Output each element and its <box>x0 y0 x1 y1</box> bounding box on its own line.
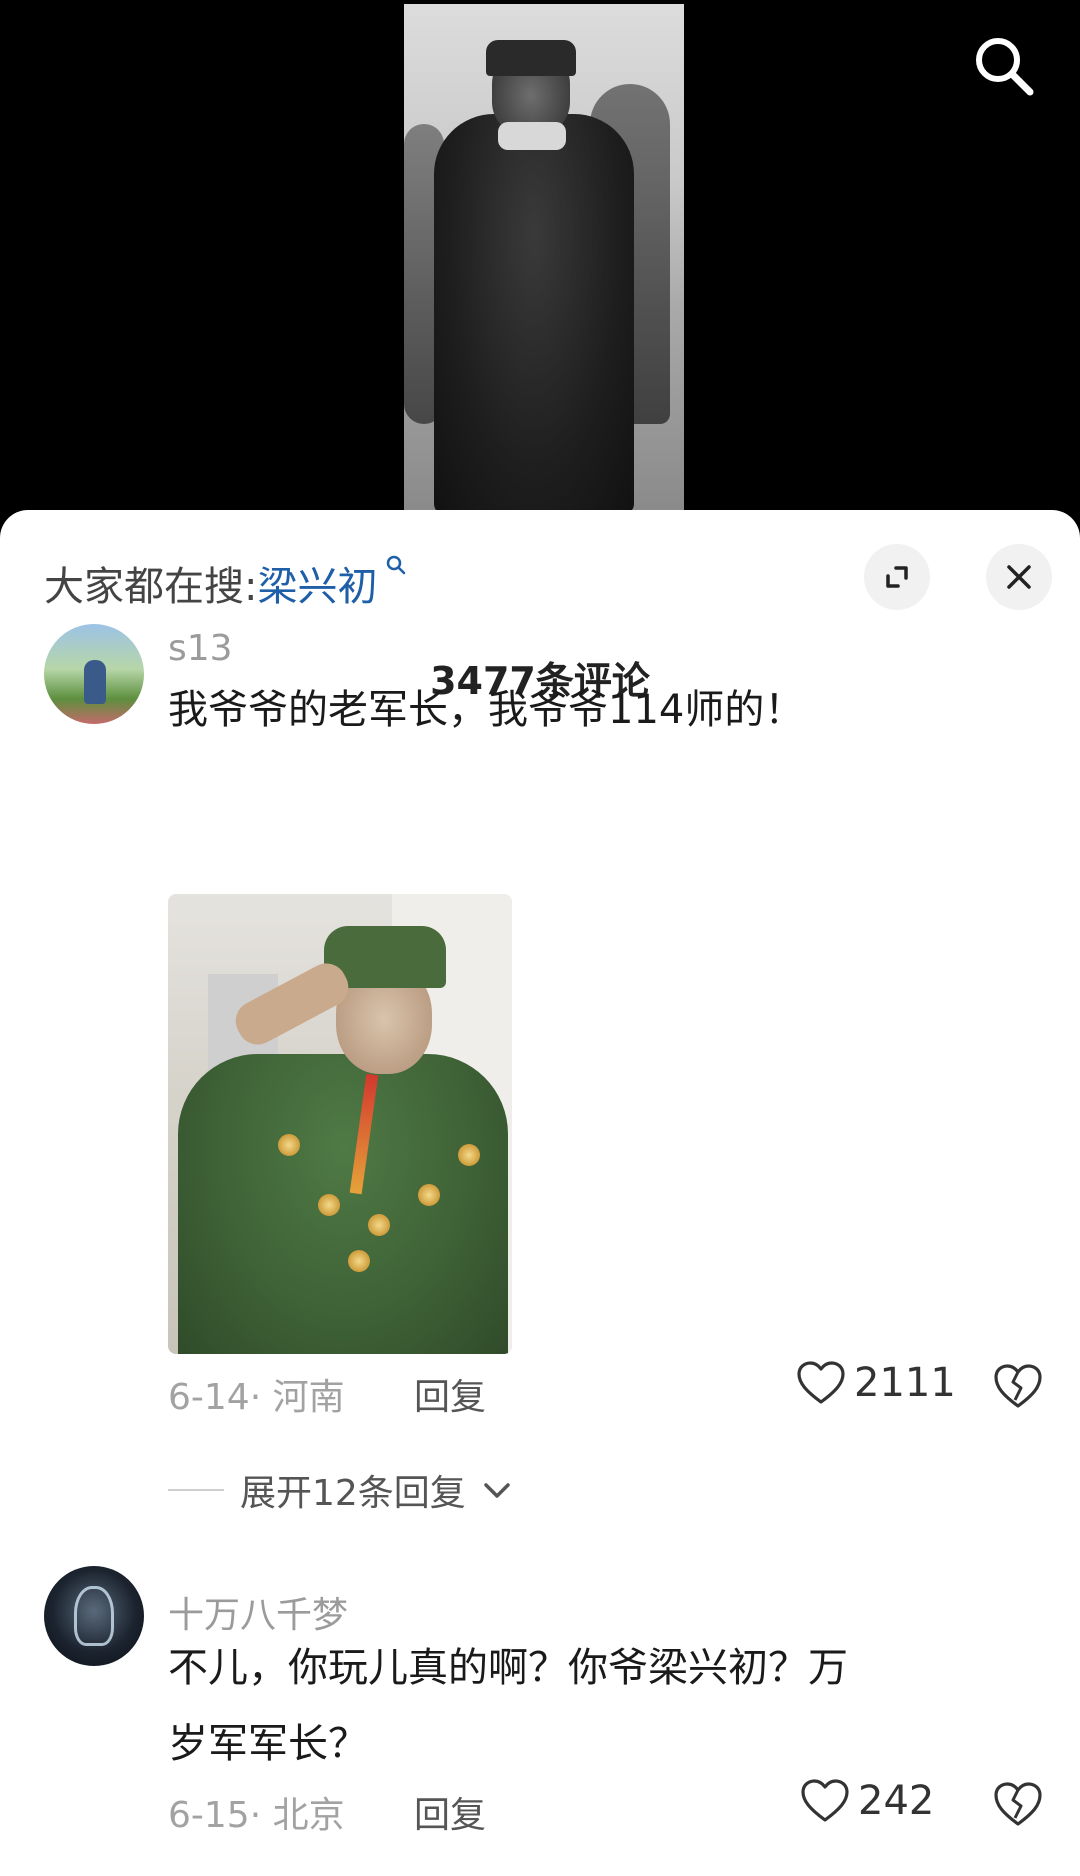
image-saluting-hand <box>228 956 356 1052</box>
comment-date: 6-14 <box>168 1377 250 1418</box>
close-sheet-button[interactable] <box>986 544 1052 610</box>
comment-location: 北京 <box>272 1795 345 1836</box>
expand-replies-button[interactable]: 展开12条回复 <box>168 1464 512 1516</box>
heart-icon <box>801 1779 849 1822</box>
chevron-down-icon <box>484 1483 510 1498</box>
image-medal <box>458 1144 480 1166</box>
close-icon <box>1007 565 1031 589</box>
video-player[interactable] <box>0 0 1080 520</box>
like-button[interactable]: 242 <box>800 1778 934 1824</box>
heart-icon <box>797 1361 845 1404</box>
comment-meta: 6-14· 河南 <box>168 1368 345 1420</box>
search-button[interactable] <box>968 30 1040 102</box>
image-medal <box>368 1214 390 1236</box>
hot-search-keyword[interactable]: 梁兴初 <box>257 564 377 610</box>
comment-username[interactable]: s13 <box>168 628 233 669</box>
avatar[interactable] <box>44 624 144 724</box>
reply-button[interactable]: 回复 <box>414 1368 486 1420</box>
video-frame-photo <box>404 4 684 510</box>
dislike-button[interactable] <box>992 1780 1044 1832</box>
broken-heart-icon <box>994 1782 1042 1826</box>
reply-button[interactable]: 回复 <box>414 1786 486 1838</box>
avatar-figure <box>84 660 106 704</box>
meta-separator: · <box>249 1795 273 1836</box>
like-count: 242 <box>858 1778 935 1824</box>
photo-figure-coat <box>434 114 634 510</box>
comment-date: 6-15 <box>168 1795 250 1836</box>
image-medal <box>318 1194 340 1216</box>
comment-meta: 6-15· 北京 <box>168 1786 345 1838</box>
comment-text: 不儿，你玩儿真的啊？你爷梁兴初？万岁军军长？ <box>168 1645 848 1767</box>
expand-sheet-button[interactable] <box>864 544 930 610</box>
comments-sheet: 大家都在搜:梁兴初 3477条评论 s13 我爷爷的老军长，我爷爷114师的！ <box>0 510 1080 1876</box>
comment-image[interactable] <box>168 894 512 1354</box>
image-uniform <box>178 1054 508 1354</box>
avatar[interactable] <box>44 1566 144 1666</box>
image-medal <box>278 1134 300 1156</box>
dislike-button[interactable] <box>992 1362 1044 1414</box>
photo-figure-collar <box>498 122 566 150</box>
expand-icon <box>886 566 908 588</box>
meta-separator: · <box>249 1377 273 1418</box>
hot-search-prefix: 大家都在搜: <box>44 564 258 610</box>
broken-heart-icon <box>994 1364 1042 1408</box>
comment-location: 河南 <box>272 1377 345 1418</box>
like-button[interactable]: 2111 <box>796 1360 956 1406</box>
image-medal <box>418 1184 440 1206</box>
photo-figure-cap <box>486 40 576 76</box>
search-icon <box>976 38 1034 96</box>
image-medal <box>348 1250 370 1272</box>
comment-text: 我爷爷的老军长，我爷爷114师的！ <box>168 687 805 733</box>
avatar-figure <box>74 1586 114 1646</box>
expand-replies-text: 展开12条回复 <box>240 1473 466 1514</box>
like-count: 2111 <box>854 1360 956 1406</box>
hot-search-bar[interactable]: 大家都在搜:梁兴初 <box>44 554 407 612</box>
search-small-icon <box>377 554 407 582</box>
expand-divider <box>168 1489 224 1491</box>
